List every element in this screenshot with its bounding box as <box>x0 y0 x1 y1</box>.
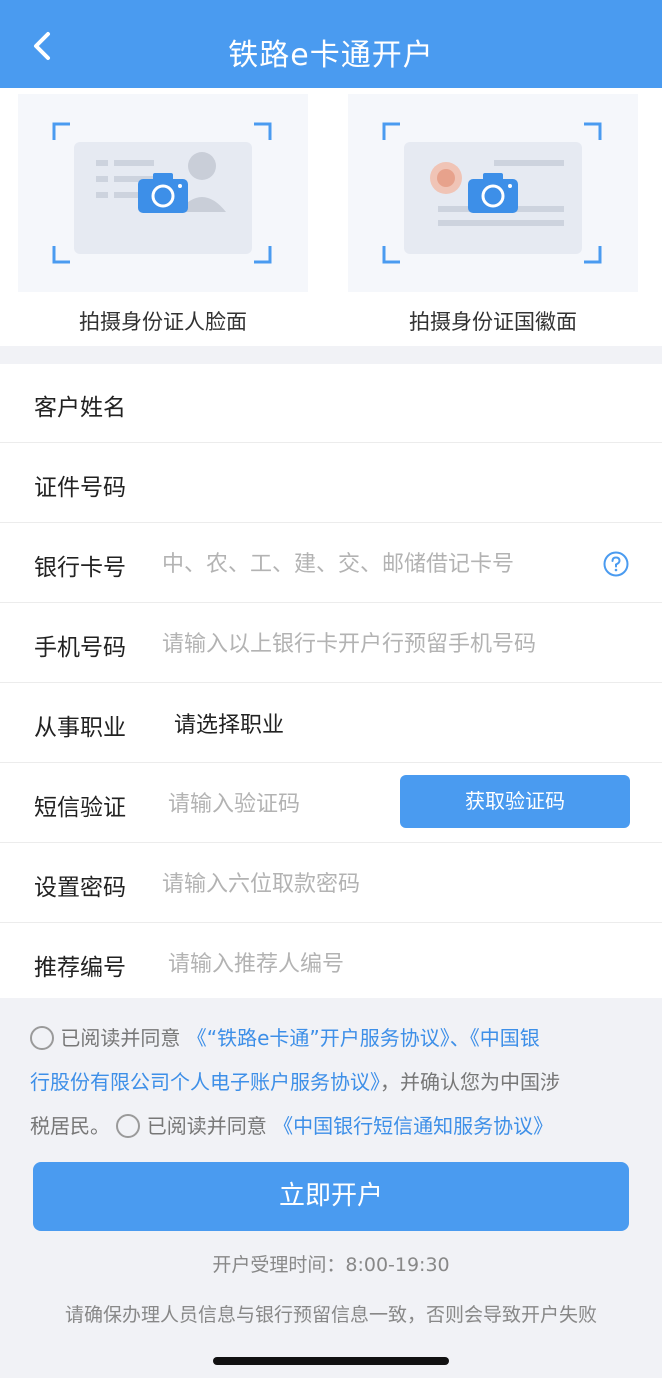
bank-card-label: 银行卡号 <box>34 555 126 581</box>
e-account-agreement-link[interactable]: 行股份有限公司个人电子账户服务协议》 <box>30 1070 380 1094</box>
radio-icon[interactable] <box>30 1026 54 1050</box>
id-upload-section: 拍摄身份证人脸面 拍摄身份证国徽面 <box>0 88 662 346</box>
form-row-name: 客户姓名 <box>0 364 662 443</box>
form-row-referrer: 推荐编号 <box>0 924 662 1003</box>
service-agreement-link[interactable]: 《“铁路e卡通”开户服务协议》、《中国银 <box>187 1026 540 1050</box>
occupation-select[interactable]: 请选择职业 <box>174 707 284 739</box>
referrer-input[interactable] <box>168 946 598 982</box>
agree-text-2: 已阅读并同意 <box>146 1114 267 1138</box>
form-row-phone: 手机号码 <box>0 604 662 683</box>
open-account-button[interactable]: 立即开户 <box>33 1162 629 1231</box>
form-row-bank-card: 银行卡号 <box>0 524 662 603</box>
home-indicator <box>213 1357 449 1365</box>
referrer-label: 推荐编号 <box>34 955 126 981</box>
id-back-upload-card[interactable] <box>348 94 638 292</box>
phone-input[interactable] <box>162 626 632 662</box>
name-label: 客户姓名 <box>34 395 126 421</box>
radio-icon[interactable] <box>116 1114 141 1138</box>
account-form: 客户姓名 证件号码 银行卡号 手机号码 从事职业 请选择职业 短信验证 设置密码… <box>0 364 662 998</box>
help-question-icon[interactable] <box>603 551 629 577</box>
confirm-text: ，并确认您为中国涉 <box>380 1070 560 1094</box>
agree-text-1: 已阅读并同意 <box>60 1026 181 1050</box>
camera-icon <box>137 172 189 218</box>
nav-bar: 铁路e卡通开户 <box>0 0 662 88</box>
password-input[interactable] <box>162 866 592 902</box>
name-input[interactable] <box>162 386 592 422</box>
phone-label: 手机号码 <box>34 635 126 661</box>
sms-label: 短信验证 <box>34 795 126 821</box>
form-row-occupation: 从事职业 请选择职业 <box>0 684 662 763</box>
form-row-id-number: 证件号码 <box>0 444 662 523</box>
occupation-label: 从事职业 <box>34 715 126 741</box>
id-front-caption: 拍摄身份证人脸面 <box>79 310 247 334</box>
info-notice: 请确保办理人员信息与银行预留信息一致，否则会导致开户失败 <box>64 1304 597 1326</box>
page-title: 铁路e卡通开户 <box>228 38 434 73</box>
id-number-input[interactable] <box>162 466 592 502</box>
bank-card-input[interactable] <box>162 546 582 582</box>
confirm-text-2: 税居民。 <box>30 1114 110 1138</box>
password-label: 设置密码 <box>34 875 126 901</box>
business-hours: 开户受理时间：8:00-19:30 <box>212 1254 450 1276</box>
camera-icon <box>467 172 519 218</box>
form-row-password: 设置密码 <box>0 844 662 923</box>
get-sms-code-button[interactable]: 获取验证码 <box>400 775 630 828</box>
sms-agreement-link[interactable]: 《中国银行短信通知服务协议》 <box>273 1114 553 1138</box>
id-number-label: 证件号码 <box>34 475 126 501</box>
sms-code-input[interactable] <box>168 786 388 822</box>
id-back-caption: 拍摄身份证国徽面 <box>409 310 577 334</box>
id-front-upload-card[interactable] <box>18 94 308 292</box>
